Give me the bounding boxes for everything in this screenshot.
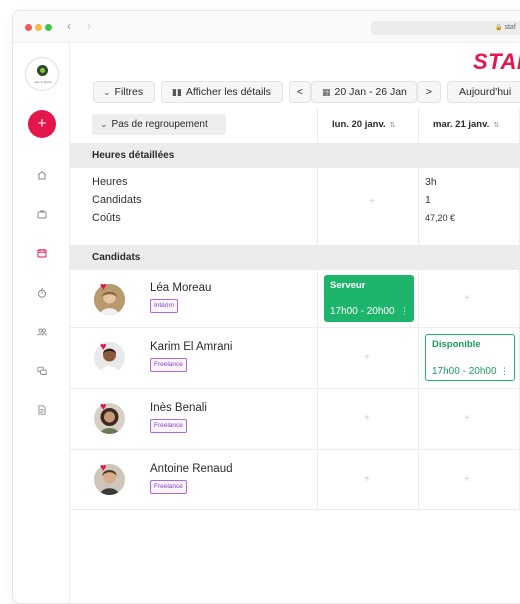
company-logo[interactable]: café et bistrot	[25, 57, 59, 91]
add-button[interactable]: +	[28, 110, 56, 138]
minimize-window-dot[interactable]	[35, 24, 42, 31]
candidates-count-value: 1	[425, 194, 431, 206]
contract-badge: Freelance	[150, 358, 187, 372]
shift-title: Disponible	[432, 339, 481, 350]
avatar[interactable]	[94, 403, 125, 434]
shift-time: 17h00 - 20h00	[330, 306, 395, 317]
chevron-right-icon: >	[425, 86, 433, 98]
maximize-window-dot[interactable]	[45, 24, 52, 31]
candidate-name[interactable]: Léa Moreau	[150, 282, 211, 294]
candidates-count-label: Candidats	[92, 194, 142, 206]
lock-icon: 🔒	[495, 25, 503, 31]
costs-label: Coûts	[92, 212, 121, 224]
day-header-monday[interactable]: lun. 20 janv. ⇅	[332, 119, 396, 130]
day-label: lun. 20 janv.	[332, 119, 386, 130]
previous-week-button[interactable]: <	[289, 81, 311, 103]
planning-grid: ⌄ Pas de regroupement lun. 20 janv. ⇅ mar.…	[70, 109, 520, 510]
logo-text: café et bistrot	[33, 80, 52, 84]
add-shift-icon[interactable]: +	[464, 293, 470, 304]
contract-badge: Intérim	[150, 299, 178, 313]
calendar-icon[interactable]	[36, 247, 48, 259]
url-bar[interactable]: 🔒 staf	[371, 21, 520, 35]
shift-card-available[interactable]: Disponible 17h00 - 20h00 ⋮	[425, 334, 515, 381]
add-plus-icon[interactable]: +	[369, 196, 375, 207]
add-shift-icon[interactable]: +	[464, 474, 470, 485]
more-options-icon[interactable]: ⋮	[400, 306, 409, 317]
forward-arrow-icon[interactable]: ›	[87, 19, 91, 33]
more-options-icon[interactable]: ⋮	[500, 366, 509, 377]
candidate-name[interactable]: Inès Benali	[150, 402, 207, 414]
candidate-name[interactable]: Antoine Renaud	[150, 463, 232, 475]
document-icon[interactable]	[36, 404, 48, 416]
avatar[interactable]	[94, 284, 125, 315]
add-shift-icon[interactable]: +	[364, 474, 370, 485]
date-range-label: 20 Jan - 26 Jan	[334, 86, 407, 98]
costs-value: 47,20 €	[425, 213, 456, 223]
add-shift-icon[interactable]: +	[364, 352, 370, 363]
section-candidates-label: Candidats	[92, 252, 141, 263]
today-button[interactable]: Aujourd'hui	[447, 81, 520, 103]
close-window-dot[interactable]	[25, 24, 32, 31]
timer-icon[interactable]	[36, 287, 48, 299]
home-icon[interactable]	[36, 169, 48, 181]
avatar[interactable]	[94, 342, 125, 373]
section-hours-label: Heures détaillées	[92, 150, 175, 161]
users-icon[interactable]	[36, 326, 48, 338]
favorite-heart-icon[interactable]: ♥	[100, 282, 107, 293]
chevron-left-icon: <	[296, 86, 304, 98]
contract-badge: Freelance	[150, 480, 187, 494]
sidebar: café et bistrot +	[13, 43, 70, 603]
favorite-heart-icon[interactable]: ♥	[100, 402, 107, 413]
brand-logo: STAF	[473, 49, 520, 74]
favorite-heart-icon[interactable]: ♥	[100, 463, 107, 474]
grouping-label: Pas de regroupement	[111, 119, 208, 130]
contract-badge: Freelance	[150, 419, 187, 433]
url-text: staf	[504, 24, 516, 31]
row-divider	[70, 327, 520, 328]
row-divider	[70, 449, 520, 450]
add-shift-icon[interactable]: +	[464, 413, 470, 424]
section-header-hours: Heures détaillées	[70, 143, 520, 168]
bar-chart-icon: ▮▮	[172, 87, 182, 97]
briefcase-icon[interactable]	[36, 208, 48, 220]
grouping-select[interactable]: ⌄ Pas de regroupement	[92, 114, 226, 135]
today-label: Aujourd'hui	[459, 86, 512, 98]
candidate-name[interactable]: Karim El Amrani	[150, 341, 232, 353]
filters-label: Filtres	[114, 86, 144, 98]
show-details-label: Afficher les détails	[185, 86, 271, 98]
hours-value: 3h	[425, 176, 437, 188]
app-window: ‹ › 🔒 staf café et bistrot + STA ⌄ Filtr…	[12, 10, 520, 604]
chevron-down-icon: ⌄	[103, 87, 111, 97]
shift-title: Serveur	[330, 280, 366, 291]
back-arrow-icon[interactable]: ‹	[67, 19, 71, 33]
date-range-button[interactable]: ▦ 20 Jan - 26 Jan	[311, 81, 417, 103]
sort-icon[interactable]: ⇅	[390, 122, 396, 129]
row-divider	[70, 509, 520, 510]
day-label: mar. 21 janv.	[433, 119, 490, 130]
section-header-candidates: Candidats	[70, 245, 520, 270]
sort-icon[interactable]: ⇅	[493, 122, 499, 129]
favorite-heart-icon[interactable]: ♥	[100, 342, 107, 353]
filters-button[interactable]: ⌄ Filtres	[93, 81, 155, 103]
calendar-small-icon: ▦	[322, 87, 331, 97]
show-details-button[interactable]: ▮▮ Afficher les détails	[161, 81, 283, 103]
hours-label: Heures	[92, 176, 128, 188]
shift-card-filled[interactable]: Serveur 17h00 - 20h00 ⋮	[324, 275, 414, 322]
chevron-down-icon: ⌄	[100, 119, 108, 129]
next-week-button[interactable]: >	[417, 81, 441, 103]
logo-mark-icon	[37, 65, 48, 76]
row-divider	[70, 388, 520, 389]
add-shift-icon[interactable]: +	[364, 413, 370, 424]
shift-time: 17h00 - 20h00	[432, 366, 497, 377]
avatar[interactable]	[94, 464, 125, 495]
chat-icon[interactable]	[36, 365, 48, 377]
browser-chrome: ‹ › 🔒 staf	[13, 11, 520, 43]
day-header-tuesday[interactable]: mar. 21 janv. ⇅	[433, 119, 499, 130]
